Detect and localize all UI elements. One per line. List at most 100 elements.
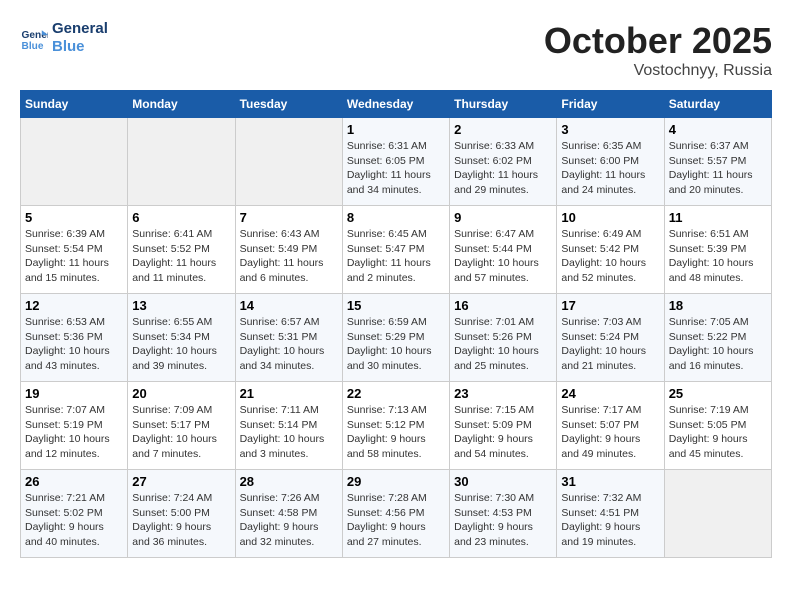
day-info: Sunrise: 7:01 AM Sunset: 5:26 PM Dayligh… xyxy=(454,315,552,374)
day-info: Sunrise: 7:13 AM Sunset: 5:12 PM Dayligh… xyxy=(347,403,445,462)
title-block: October 2025 Vostochnyy, Russia xyxy=(544,20,772,80)
day-info: Sunrise: 6:57 AM Sunset: 5:31 PM Dayligh… xyxy=(240,315,338,374)
day-number: 24 xyxy=(561,386,659,401)
day-info: Sunrise: 6:47 AM Sunset: 5:44 PM Dayligh… xyxy=(454,227,552,286)
day-number: 27 xyxy=(132,474,230,489)
day-number: 7 xyxy=(240,210,338,225)
day-number: 21 xyxy=(240,386,338,401)
day-info: Sunrise: 6:55 AM Sunset: 5:34 PM Dayligh… xyxy=(132,315,230,374)
dow-thursday: Thursday xyxy=(450,91,557,118)
day-number: 11 xyxy=(669,210,767,225)
day-number: 10 xyxy=(561,210,659,225)
dow-monday: Monday xyxy=(128,91,235,118)
day-of-week-header-row: SundayMondayTuesdayWednesdayThursdayFrid… xyxy=(21,91,772,118)
calendar-cell: 18 Sunrise: 7:05 AM Sunset: 5:22 PM Dayli… xyxy=(664,294,771,382)
calendar-cell xyxy=(664,470,771,558)
calendar-week-2: 12Sunrise: 6:53 AM Sunset: 5:36 PM Dayli… xyxy=(21,294,772,382)
calendar-cell: 2 Sunrise: 6:33 AM Sunset: 6:02 PM Daylig… xyxy=(450,118,557,206)
day-number: 16 xyxy=(454,298,552,313)
day-info: Sunrise: 6:41 AM Sunset: 5:52 PM Dayligh… xyxy=(132,227,230,286)
calendar-week-4: 26 Sunrise: 7:21 AM Sunset: 5:02 PM Dayli… xyxy=(21,470,772,558)
day-number: 15 xyxy=(347,298,445,313)
calendar-cell: 16 Sunrise: 7:01 AM Sunset: 5:26 PM Dayli… xyxy=(450,294,557,382)
day-number: 5 xyxy=(25,210,123,225)
day-info: Sunrise: 7:05 AM Sunset: 5:22 PM Dayligh… xyxy=(669,315,767,374)
calendar-cell: 29Sunrise: 7:28 AM Sunset: 4:56 PM Dayli… xyxy=(342,470,449,558)
dow-tuesday: Tuesday xyxy=(235,91,342,118)
calendar-cell: 15 Sunrise: 6:59 AM Sunset: 5:29 PM Dayli… xyxy=(342,294,449,382)
day-info: Sunrise: 6:35 AM Sunset: 6:00 PM Dayligh… xyxy=(561,139,659,198)
calendar-week-3: 19 Sunrise: 7:07 AM Sunset: 5:19 PM Dayli… xyxy=(21,382,772,470)
calendar-week-1: 5 Sunrise: 6:39 AM Sunset: 5:54 PM Daylig… xyxy=(21,206,772,294)
dow-sunday: Sunday xyxy=(21,91,128,118)
day-info: Sunrise: 6:43 AM Sunset: 5:49 PM Dayligh… xyxy=(240,227,338,286)
day-info: Sunrise: 7:15 AM Sunset: 5:09 PM Dayligh… xyxy=(454,403,552,462)
day-number: 8 xyxy=(347,210,445,225)
day-number: 26 xyxy=(25,474,123,489)
calendar-cell: 4Sunrise: 6:37 AM Sunset: 5:57 PM Daylig… xyxy=(664,118,771,206)
day-number: 20 xyxy=(132,386,230,401)
day-info: Sunrise: 7:17 AM Sunset: 5:07 PM Dayligh… xyxy=(561,403,659,462)
calendar-cell: 27 Sunrise: 7:24 AM Sunset: 5:00 PM Dayli… xyxy=(128,470,235,558)
calendar-cell: 5 Sunrise: 6:39 AM Sunset: 5:54 PM Daylig… xyxy=(21,206,128,294)
day-info: Sunrise: 7:11 AM Sunset: 5:14 PM Dayligh… xyxy=(240,403,338,462)
day-number: 17 xyxy=(561,298,659,313)
logo-icon: General Blue xyxy=(20,24,48,52)
calendar-cell: 3 Sunrise: 6:35 AM Sunset: 6:00 PM Daylig… xyxy=(557,118,664,206)
calendar-cell: 6 Sunrise: 6:41 AM Sunset: 5:52 PM Daylig… xyxy=(128,206,235,294)
day-number: 30 xyxy=(454,474,552,489)
day-info: Sunrise: 6:37 AM Sunset: 5:57 PM Dayligh… xyxy=(669,139,767,198)
calendar-cell: 25Sunrise: 7:19 AM Sunset: 5:05 PM Dayli… xyxy=(664,382,771,470)
dow-wednesday: Wednesday xyxy=(342,91,449,118)
day-number: 6 xyxy=(132,210,230,225)
day-info: Sunrise: 7:32 AM Sunset: 4:51 PM Dayligh… xyxy=(561,491,659,550)
calendar-cell: 12Sunrise: 6:53 AM Sunset: 5:36 PM Dayli… xyxy=(21,294,128,382)
day-info: Sunrise: 7:24 AM Sunset: 5:00 PM Dayligh… xyxy=(132,491,230,550)
day-number: 9 xyxy=(454,210,552,225)
calendar-cell: 26 Sunrise: 7:21 AM Sunset: 5:02 PM Dayli… xyxy=(21,470,128,558)
calendar-cell: 22Sunrise: 7:13 AM Sunset: 5:12 PM Dayli… xyxy=(342,382,449,470)
calendar-cell: 8 Sunrise: 6:45 AM Sunset: 5:47 PM Daylig… xyxy=(342,206,449,294)
calendar-cell: 23 Sunrise: 7:15 AM Sunset: 5:09 PM Dayli… xyxy=(450,382,557,470)
calendar-cell: 24 Sunrise: 7:17 AM Sunset: 5:07 PM Dayli… xyxy=(557,382,664,470)
calendar-cell: 28 Sunrise: 7:26 AM Sunset: 4:58 PM Dayli… xyxy=(235,470,342,558)
day-number: 1 xyxy=(347,122,445,137)
day-info: Sunrise: 7:21 AM Sunset: 5:02 PM Dayligh… xyxy=(25,491,123,550)
day-number: 18 xyxy=(669,298,767,313)
calendar-body: 1Sunrise: 6:31 AM Sunset: 6:05 PM Daylig… xyxy=(21,118,772,558)
day-info: Sunrise: 6:33 AM Sunset: 6:02 PM Dayligh… xyxy=(454,139,552,198)
calendar-cell: 10 Sunrise: 6:49 AM Sunset: 5:42 PM Dayli… xyxy=(557,206,664,294)
day-number: 13 xyxy=(132,298,230,313)
calendar-cell xyxy=(235,118,342,206)
day-info: Sunrise: 7:26 AM Sunset: 4:58 PM Dayligh… xyxy=(240,491,338,550)
day-info: Sunrise: 7:30 AM Sunset: 4:53 PM Dayligh… xyxy=(454,491,552,550)
logo-text-blue: Blue xyxy=(52,38,108,56)
day-number: 12 xyxy=(25,298,123,313)
calendar-week-0: 1Sunrise: 6:31 AM Sunset: 6:05 PM Daylig… xyxy=(21,118,772,206)
day-number: 3 xyxy=(561,122,659,137)
day-number: 19 xyxy=(25,386,123,401)
day-info: Sunrise: 6:39 AM Sunset: 5:54 PM Dayligh… xyxy=(25,227,123,286)
location-subtitle: Vostochnyy, Russia xyxy=(544,62,772,80)
calendar-cell: 13 Sunrise: 6:55 AM Sunset: 5:34 PM Dayli… xyxy=(128,294,235,382)
svg-text:Blue: Blue xyxy=(22,41,44,52)
calendar-cell: 9 Sunrise: 6:47 AM Sunset: 5:44 PM Daylig… xyxy=(450,206,557,294)
calendar-cell: 20 Sunrise: 7:09 AM Sunset: 5:17 PM Dayli… xyxy=(128,382,235,470)
calendar-cell xyxy=(21,118,128,206)
day-number: 28 xyxy=(240,474,338,489)
day-info: Sunrise: 7:28 AM Sunset: 4:56 PM Dayligh… xyxy=(347,491,445,550)
svg-text:General: General xyxy=(22,30,48,41)
calendar-cell: 30 Sunrise: 7:30 AM Sunset: 4:53 PM Dayli… xyxy=(450,470,557,558)
day-info: Sunrise: 7:07 AM Sunset: 5:19 PM Dayligh… xyxy=(25,403,123,462)
day-info: Sunrise: 7:09 AM Sunset: 5:17 PM Dayligh… xyxy=(132,403,230,462)
day-number: 23 xyxy=(454,386,552,401)
day-info: Sunrise: 6:59 AM Sunset: 5:29 PM Dayligh… xyxy=(347,315,445,374)
day-number: 2 xyxy=(454,122,552,137)
dow-saturday: Saturday xyxy=(664,91,771,118)
calendar-cell: 31Sunrise: 7:32 AM Sunset: 4:51 PM Dayli… xyxy=(557,470,664,558)
day-info: Sunrise: 6:45 AM Sunset: 5:47 PM Dayligh… xyxy=(347,227,445,286)
logo-text-general: General xyxy=(52,20,108,38)
day-info: Sunrise: 7:03 AM Sunset: 5:24 PM Dayligh… xyxy=(561,315,659,374)
day-info: Sunrise: 6:49 AM Sunset: 5:42 PM Dayligh… xyxy=(561,227,659,286)
dow-friday: Friday xyxy=(557,91,664,118)
